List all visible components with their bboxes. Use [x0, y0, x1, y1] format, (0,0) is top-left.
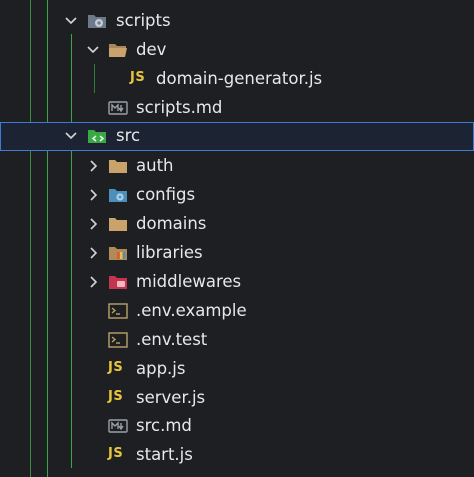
tree-item-env-example[interactable]: .env.example — [0, 297, 474, 326]
terminal-file-icon — [108, 332, 128, 348]
tree-item-app-js[interactable]: JS app.js — [0, 355, 474, 384]
chevron-down-icon[interactable] — [63, 12, 79, 30]
tree-item-src[interactable]: src — [0, 122, 474, 151]
folder-icon — [108, 158, 128, 174]
tree-item-label: domains — [136, 214, 207, 233]
tree-item-label: src.md — [136, 416, 192, 435]
tree-item-label: app.js — [136, 359, 186, 378]
src-folder-icon — [87, 128, 107, 144]
tree-item-label: server.js — [136, 388, 206, 407]
tree-item-libraries[interactable]: libraries — [0, 239, 474, 268]
tree-item-scripts-md[interactable]: scripts.md — [0, 94, 474, 123]
chevron-down-icon[interactable] — [85, 41, 101, 59]
chevron-right-icon[interactable] — [85, 244, 101, 262]
js-file-icon: JS — [108, 446, 124, 461]
config-folder-icon — [108, 187, 128, 203]
tree-item-label: auth — [136, 156, 174, 175]
tree-item-label: domain-generator.js — [156, 69, 323, 88]
tree-item-label: .env.test — [136, 330, 208, 349]
chevron-right-icon[interactable] — [85, 157, 101, 175]
tree-item-start-js[interactable]: JS start.js — [0, 441, 474, 470]
tree-item-server-js[interactable]: JS server.js — [0, 384, 474, 413]
tree-item-src-md[interactable]: src.md — [0, 412, 474, 441]
chevron-right-icon[interactable] — [85, 273, 101, 291]
tree-item-label: scripts.md — [136, 98, 223, 117]
file-explorer-tree: scripts dev JS domain-generator.js scrip… — [0, 0, 474, 477]
tree-item-domains[interactable]: domains — [0, 210, 474, 239]
folder-open-icon — [108, 42, 128, 58]
chevron-right-icon[interactable] — [85, 215, 101, 233]
tree-item-scripts[interactable]: scripts — [0, 7, 474, 36]
js-file-icon: JS — [130, 70, 146, 85]
tree-item-configs[interactable]: configs — [0, 181, 474, 210]
tree-item-auth[interactable]: auth — [0, 152, 474, 181]
tree-item-label: dev — [136, 40, 167, 59]
tree-item-domain-generator-js[interactable]: JS domain-generator.js — [0, 65, 474, 94]
js-file-icon: JS — [108, 389, 124, 404]
gear-folder-icon — [87, 13, 107, 29]
terminal-file-icon — [108, 303, 128, 319]
tree-item-label: .env.example — [136, 301, 247, 320]
tree-item-label: start.js — [136, 445, 193, 464]
folder-icon — [108, 216, 128, 232]
tree-item-label: scripts — [116, 11, 171, 30]
js-file-icon: JS — [108, 360, 124, 375]
tree-item-label: libraries — [136, 243, 203, 262]
tree-item-env-test[interactable]: .env.test — [0, 326, 474, 355]
markdown-file-icon — [108, 418, 128, 434]
tree-item-middlewares[interactable]: middlewares — [0, 268, 474, 297]
chevron-right-icon[interactable] — [85, 186, 101, 204]
tree-item-dev[interactable]: dev — [0, 36, 474, 65]
tree-item-label: middlewares — [136, 272, 242, 291]
library-folder-icon — [108, 245, 128, 261]
markdown-file-icon — [108, 100, 128, 116]
middleware-folder-icon — [108, 274, 128, 290]
tree-item-label: configs — [136, 185, 196, 204]
chevron-down-icon[interactable] — [63, 127, 79, 145]
tree-item-label: src — [116, 126, 141, 145]
